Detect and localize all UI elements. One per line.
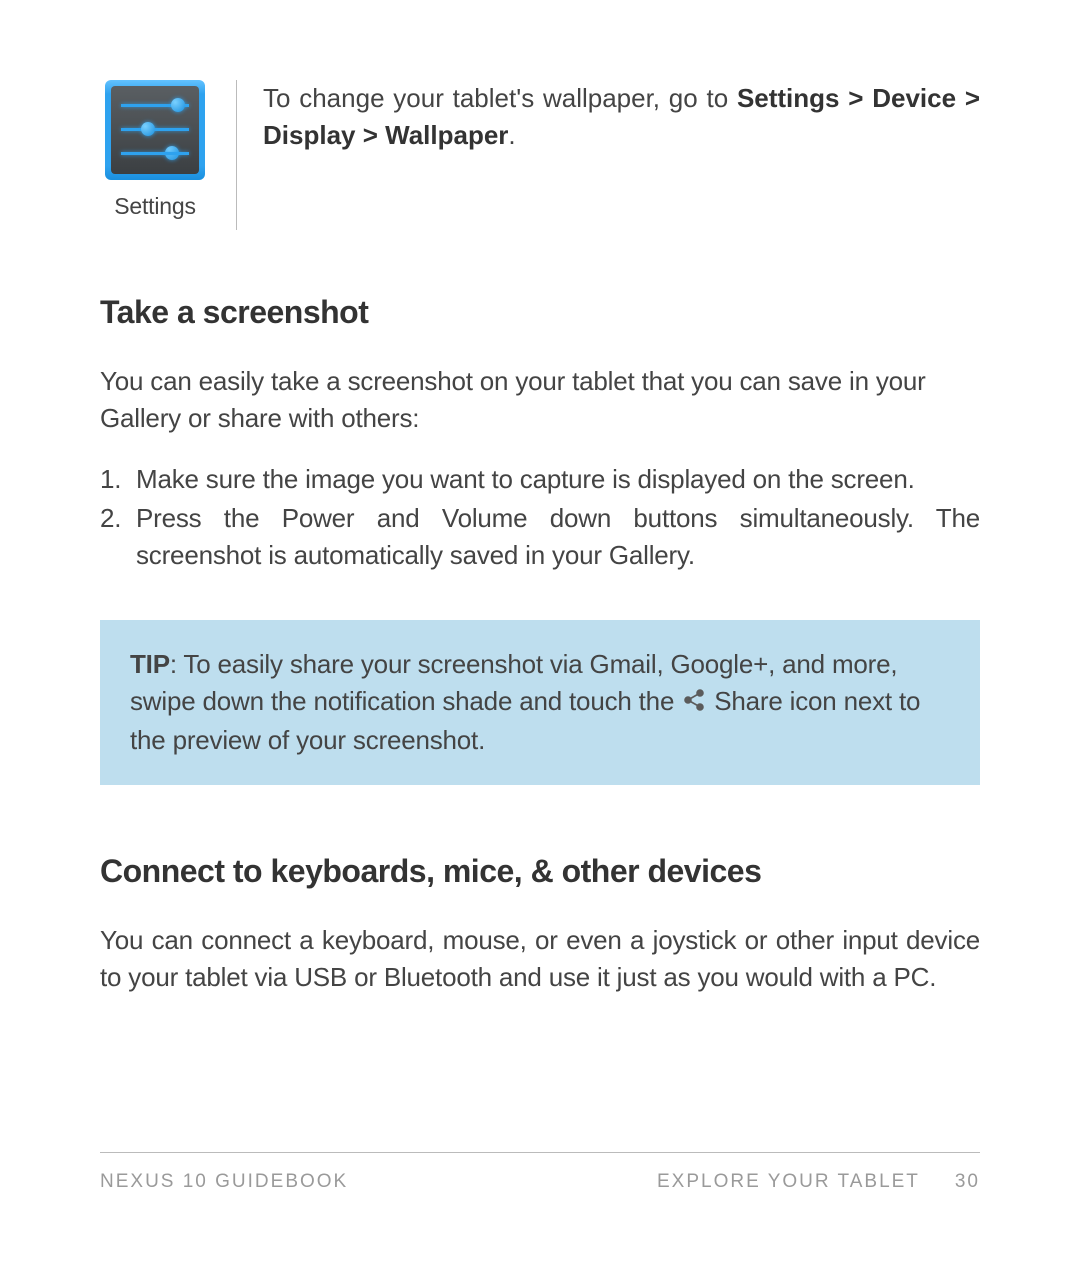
connect-heading: Connect to keyboards, mice, & other devi… [100, 849, 980, 894]
settings-app-icon-block: Settings [100, 80, 210, 223]
wallpaper-text-post: . [508, 120, 515, 150]
list-item: Make sure the image you want to capture … [100, 461, 980, 498]
tip-box: TIP: To easily share your screenshot via… [100, 620, 980, 785]
footer-page-number: 30 [955, 1171, 980, 1192]
share-icon [681, 685, 707, 722]
page-footer: NEXUS 10 GUIDEBOOK EXPLORE YOUR TABLET 3… [100, 1152, 980, 1196]
wallpaper-text-pre: To change your tablet's wallpaper, go to [263, 83, 737, 113]
tip-label: TIP [130, 649, 170, 679]
screenshot-steps: Make sure the image you want to capture … [100, 461, 980, 574]
footer-guidebook: NEXUS 10 GUIDEBOOK [100, 1169, 348, 1196]
footer-right: EXPLORE YOUR TABLET 30 [657, 1169, 980, 1196]
wallpaper-instruction: To change your tablet's wallpaper, go to… [263, 80, 980, 154]
footer-section: EXPLORE YOUR TABLET [657, 1171, 920, 1192]
screenshot-intro: You can easily take a screenshot on your… [100, 363, 980, 437]
settings-icon-caption: Settings [114, 190, 196, 223]
screenshot-heading: Take a screenshot [100, 290, 980, 335]
list-item: Press the Power and Volume down buttons … [100, 500, 980, 574]
wallpaper-tip-row: Settings To change your tablet's wallpap… [100, 80, 980, 230]
connect-body: You can connect a keyboard, mouse, or ev… [100, 922, 980, 996]
vertical-divider [236, 80, 237, 230]
settings-icon [105, 80, 205, 180]
